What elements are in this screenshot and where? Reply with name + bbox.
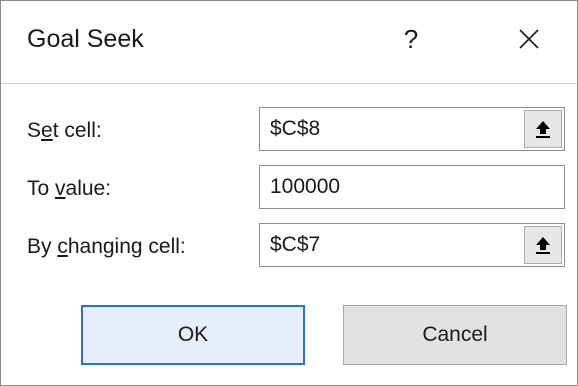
dialog-title: Goal Seek: [27, 25, 144, 53]
title-bar: Goal Seek ?: [1, 1, 577, 84]
set-cell-label: Set cell:: [27, 119, 102, 142]
collapse-dialog-icon: [536, 121, 550, 138]
set-cell-field[interactable]: $C$8: [259, 107, 565, 151]
to-value-mnemonic: v: [55, 177, 66, 200]
close-button[interactable]: [507, 15, 551, 63]
goal-seek-dialog: Goal Seek ? Set cell: $C$8 To value: 100…: [0, 0, 578, 386]
set-cell-mnemonic: e: [41, 119, 53, 142]
ok-button[interactable]: OK: [81, 305, 305, 365]
to-value-value[interactable]: 100000: [270, 166, 340, 208]
changing-cell-collapse-button[interactable]: [524, 226, 562, 264]
to-value-field[interactable]: 100000: [259, 165, 565, 209]
collapse-dialog-icon: [536, 237, 550, 254]
changing-cell-field[interactable]: $C$7: [259, 223, 565, 267]
to-value-label: To value:: [27, 177, 112, 200]
help-button[interactable]: ?: [389, 15, 433, 63]
set-cell-value[interactable]: $C$8: [270, 108, 320, 150]
changing-cell-label: By changing cell:: [27, 235, 186, 258]
changing-cell-mnemonic: c: [57, 235, 68, 258]
close-icon: [519, 29, 539, 49]
cancel-button[interactable]: Cancel: [343, 305, 567, 365]
set-cell-collapse-button[interactable]: [524, 110, 562, 148]
changing-cell-value[interactable]: $C$7: [270, 224, 320, 266]
